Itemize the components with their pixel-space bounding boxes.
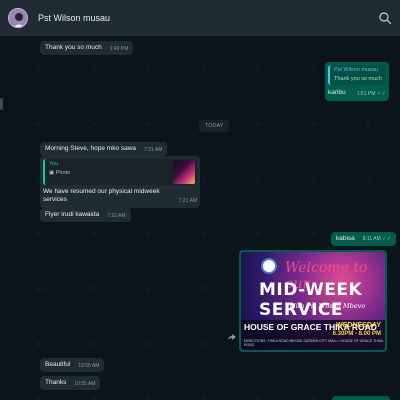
message-text: karibu (328, 89, 346, 97)
message-time: 7:21 AM (144, 146, 163, 153)
message-list[interactable]: Thank you so much 1:49 PM Pst Wilson mus… (0, 36, 400, 400)
poster-title: MID-WEEK SERVICE (259, 280, 363, 320)
message-time: 10:55 AM (78, 362, 100, 369)
message-text: Beautiful (45, 361, 71, 368)
camera-icon: ▣ (49, 170, 55, 177)
church-logo-icon (261, 258, 277, 274)
quoted-author: You (49, 161, 59, 167)
read-receipt-icon: ✓✓ (376, 90, 386, 97)
message-time: 7:21 AM (178, 198, 197, 205)
message-text: We have resumed our physical midweek ser… (43, 188, 160, 204)
message-text: kabisa (336, 235, 355, 242)
message-text: Thanks (45, 379, 67, 386)
day-separator: TODAY (199, 120, 230, 132)
quoted-message[interactable]: Pst Wilson musau Thank you so much (328, 65, 386, 86)
contact-avatar[interactable] (8, 8, 28, 28)
message-time: 8:11 AM (362, 236, 381, 243)
quoted-text: Photo (55, 170, 71, 177)
poster-host: With Pst Wilson Mbevo (289, 302, 366, 310)
message-text: Morning Steve, hope mko sawa (45, 145, 137, 152)
read-receipt-icon: ✓✓ (382, 236, 392, 243)
message-bubble-outgoing[interactable]: kabisa 8:11 AM ✓✓ (331, 232, 397, 247)
mid-week-service-poster[interactable]: Welcome to our MID-WEEK SERVICE With Pst… (241, 252, 385, 350)
search-icon[interactable] (378, 11, 392, 25)
message-bubble-incoming[interactable]: Thank you so much 1:49 PM (40, 41, 134, 56)
message-bubble-outgoing[interactable] (332, 396, 390, 400)
message-bubble-incoming[interactable]: Flyer irudi kawaida 7:22 AM (40, 208, 131, 223)
quoted-text: Thank you so much (334, 76, 382, 83)
quoted-photo-thumbnail (173, 160, 195, 184)
quoted-message[interactable]: You ▣ Photo (43, 159, 197, 185)
quoted-author: Pst Wilson musau (334, 67, 379, 73)
message-bubble-outgoing[interactable]: Pst Wilson musau Thank you so much karib… (325, 62, 389, 101)
message-time: 10:55 AM (74, 380, 96, 387)
poster-directions: DIRECTIONS: THIKA ROAD BESIDE GARDEN CIT… (244, 339, 384, 347)
contact-name[interactable]: Pst Wilson musau (38, 13, 378, 23)
message-time: 7:22 AM (107, 212, 126, 219)
scroll-indicator[interactable] (0, 98, 3, 110)
poster-time: 6.30PM - 8.00 PM (332, 331, 381, 337)
message-bubble-incoming[interactable]: Morning Steve, hope mko sawa 7:21 AM (40, 142, 168, 157)
forward-icon[interactable] (227, 332, 237, 342)
message-time: 1:51 PM (356, 90, 376, 97)
message-bubble-incoming[interactable]: Beautiful 10:55 AM (40, 358, 105, 373)
message-text: Thank you so much (45, 44, 102, 51)
message-bubble-incoming[interactable]: Thanks 10:55 AM (40, 376, 101, 391)
avatar-photo-icon (9, 9, 27, 27)
poster-info-band: HOUSE OF GRACE THIKA ROAD WEDNESDAY 6.30… (241, 320, 385, 350)
message-time: 1:49 PM (109, 45, 129, 52)
message-text: Flyer irudi kawaida (45, 211, 100, 218)
poster-day: WEDNESDAY (336, 322, 381, 329)
chat-header: Pst Wilson musau (0, 0, 400, 36)
image-message-outgoing[interactable]: Welcome to our MID-WEEK SERVICE With Pst… (239, 250, 387, 352)
message-bubble-incoming[interactable]: You ▣ Photo We have resumed our physical… (40, 156, 200, 208)
